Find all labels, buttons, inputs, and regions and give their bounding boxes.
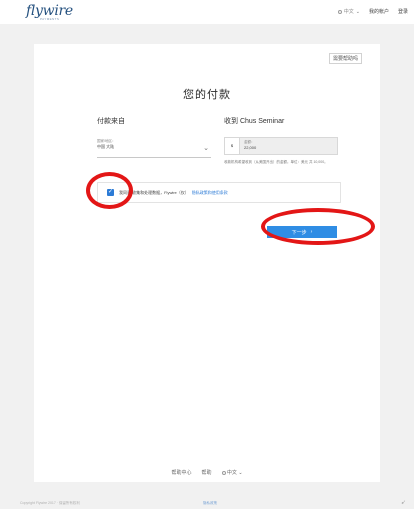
page: flywire PAYMENTS 中文 ⌄ 我的帐户 登录 需要帮助吗 您的付款… — [0, 0, 414, 509]
bottom-bar: Copyright Flywire 2017 · 保留所有权利 隐私政策 ➹ — [0, 498, 414, 509]
copyright-text: Copyright Flywire 2017 · 保留所有权利 — [20, 501, 80, 505]
amount-inner: 金额： 22,000 — [244, 140, 256, 151]
language-label: 中文 — [343, 9, 354, 15]
language-selector[interactable]: 中文 ⌄ — [337, 8, 360, 15]
amount-value: 22,000 — [244, 145, 257, 150]
card-footer: 帮助中心 帮助 中文 ⌄ — [0, 469, 414, 476]
footer-language-selector[interactable]: 中文 ⌄ — [221, 469, 243, 476]
chevron-down-icon: ⌄ — [203, 145, 209, 152]
chevron-down-icon: ⌄ — [238, 470, 243, 476]
chevron-down-icon: ⌄ — [355, 8, 360, 15]
amount-note: 收款机构希望收到（从美国开出）的金额。单位：美元 共 10,000。 — [224, 160, 328, 164]
next-button-annotation-circle — [261, 208, 375, 245]
cursor-icon: ➹ — [400, 500, 406, 506]
login-link[interactable]: 登录 — [398, 8, 408, 15]
privacy-terms-link[interactable]: 隐私政策和使用条款 — [192, 190, 228, 195]
help-button[interactable]: 需要帮助吗 — [328, 53, 362, 64]
help-center-link[interactable]: 帮助中心 — [171, 469, 191, 476]
checkbox-annotation-circle — [86, 172, 133, 209]
currency-symbol: $ — [225, 138, 240, 154]
logo-subtitle: PAYMENTS — [40, 17, 60, 21]
amount-field[interactable]: $ 金额： 22,000 — [224, 137, 338, 155]
privacy-link[interactable]: 隐私政策 — [203, 501, 217, 506]
support-link[interactable]: 帮助 — [202, 469, 212, 476]
from-heading: 付款来自 — [97, 118, 125, 125]
globe-icon — [221, 470, 226, 475]
footer-language-label: 中文 — [226, 470, 237, 476]
payment-card: 需要帮助吗 您的付款 付款来自 收到 Chus Seminar 国家/地区： 中… — [34, 44, 380, 482]
page-title: 您的付款 — [183, 89, 231, 101]
country-value: 中国 大陆 — [97, 144, 115, 149]
country-select[interactable]: 国家/地区： 中国 大陆 ⌄ — [97, 139, 211, 158]
consent-text: 我同意 收集和处理数据，Flywire（仅） 隐私政策和使用条款 — [119, 190, 228, 196]
consent-row: ✓ 我同意 收集和处理数据，Flywire（仅） 隐私政策和使用条款 — [97, 182, 341, 203]
globe-icon — [337, 9, 342, 14]
to-heading: 收到 Chus Seminar — [224, 118, 285, 125]
header-nav: 中文 ⌄ 我的帐户 登录 — [337, 8, 408, 15]
top-header: flywire PAYMENTS 中文 ⌄ 我的帐户 登录 — [0, 0, 414, 24]
my-account-link[interactable]: 我的帐户 — [369, 8, 389, 15]
